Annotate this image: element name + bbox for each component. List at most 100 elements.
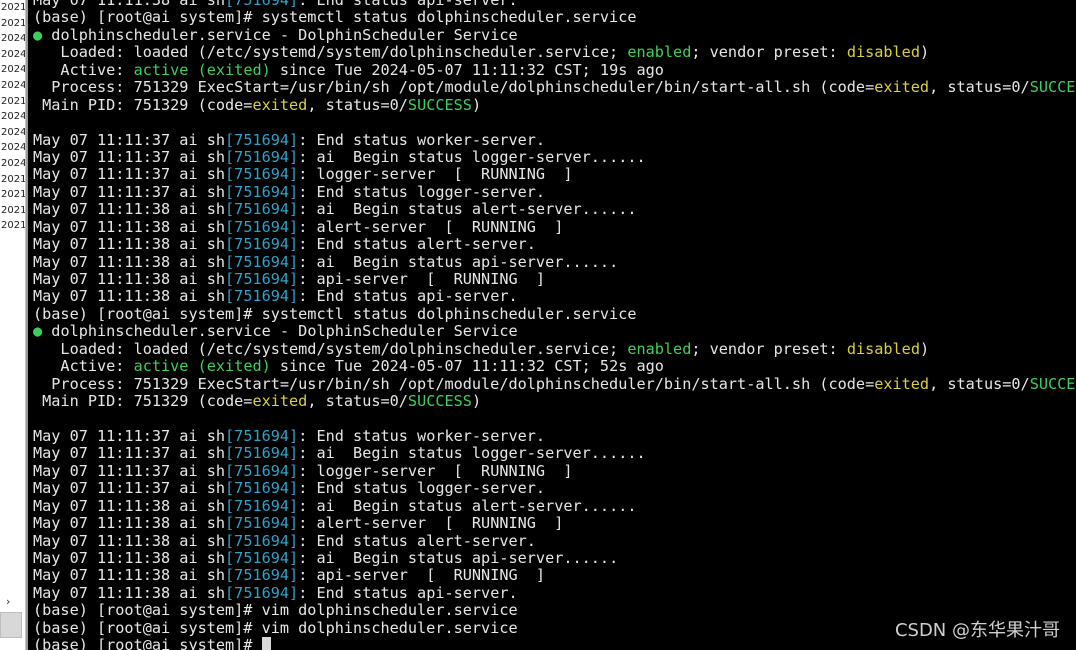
terminal-line: Process: 751329 ExecStart=/usr/bin/sh /o…: [33, 374, 1076, 393]
terminal-line: May 07 11:11:38 ai sh[751694]: End statu…: [33, 288, 1076, 305]
terminal-text: [751694]: [225, 426, 299, 445]
terminal-text: exited: [874, 374, 930, 393]
terminal-text: : api-server [ RUNNING ]: [298, 566, 546, 585]
terminal-text: (base) [root@ai system]#: [33, 636, 262, 650]
terminal-text: ; vendor preset:: [691, 339, 847, 358]
terminal-text: dolphinscheduler.service - DolphinSchedu…: [42, 322, 518, 341]
terminal-output[interactable]: May 07 11:11:38 ai sh[751694]: End statu…: [29, 0, 1076, 650]
terminal-text: May 07 11:11:37 ai sh: [33, 182, 226, 201]
terminal-line: May 07 11:11:37 ai sh[751694]: End statu…: [33, 426, 1076, 445]
side-year-label: 2021: [1, 204, 26, 216]
side-scroll-thumb[interactable]: [0, 612, 22, 638]
terminal-text: [751694]: [225, 130, 299, 149]
side-year-label: 2021: [1, 173, 26, 185]
terminal-text: May 07 11:11:37 ai sh: [33, 461, 226, 480]
terminal-cursor: [261, 637, 271, 650]
terminal-text: [751694]: [225, 147, 299, 166]
side-year-label: 2021: [1, 220, 26, 232]
chevron-right-icon[interactable]: ›: [6, 595, 10, 608]
terminal-text: [751694]: [225, 444, 299, 463]
terminal-text: : ai Begin status logger-server......: [298, 444, 646, 463]
terminal-text: [751694]: [225, 270, 299, 288]
terminal-text: May 07 11:11:37 ai sh: [33, 444, 226, 463]
panel-divider[interactable]: [26, 0, 28, 650]
terminal-text: : ai Begin status api-server......: [298, 252, 619, 271]
watermark: CSDN @东华果汁哥: [894, 620, 1060, 641]
terminal-text: Process: 751329 ExecStart=/usr/bin/sh /o…: [33, 78, 875, 97]
terminal-line: ● dolphinscheduler.service - DolphinSche…: [33, 25, 1076, 44]
terminal-line: May 07 11:11:38 ai sh[751694]: ai Begin …: [33, 201, 1076, 218]
terminal-line: May 07 11:11:38 ai sh[751694]: api-serve…: [33, 270, 1076, 288]
terminal-line: (base) [root@ai system]# systemctl statu…: [33, 9, 1076, 26]
side-year-label: 2024: [1, 157, 26, 169]
terminal-text: disabled: [846, 339, 920, 358]
terminal-text: : ai Begin status alert-server......: [298, 200, 637, 219]
terminal-text: May 07 11:11:38 ai sh: [33, 287, 226, 306]
terminal-line: Process: 751329 ExecStart=/usr/bin/sh /o…: [33, 78, 1076, 97]
terminal-text: ; vendor preset:: [691, 43, 847, 62]
terminal-text: : End status worker-server.: [298, 426, 546, 445]
terminal-text: enabled: [627, 43, 692, 62]
terminal-text: SUCCESS: [1029, 78, 1076, 97]
terminal-line: May 07 11:11:38 ai sh[751694]: ai Begin …: [33, 496, 1076, 515]
terminal-line: Active: active (exited) since Tue 2024-0…: [33, 60, 1076, 79]
terminal-line: May 07 11:11:38 ai sh[751694]: End statu…: [33, 531, 1076, 550]
terminal-text: [751694]: [225, 461, 299, 480]
terminal-text: May 07 11:11:38 ai sh: [33, 270, 226, 288]
terminal-text: [751694]: [225, 531, 299, 550]
terminal-text: exited: [252, 392, 308, 411]
terminal-text: May 07 11:11:38 ai sh: [33, 583, 226, 602]
terminal-text: SUCCESS: [407, 392, 472, 411]
terminal-line: May 07 11:11:38 ai sh[751694]: ai Begin …: [33, 252, 1076, 271]
terminal-line: May 07 11:11:37 ai sh[751694]: End statu…: [33, 182, 1076, 201]
terminal-text: enabled: [627, 339, 692, 358]
terminal-text: May 07 11:11:38 ai sh: [33, 496, 226, 515]
side-year-label: 2021: [1, 95, 26, 107]
terminal-text: (base) [root@ai system]# vim dolphinsche…: [33, 618, 518, 637]
terminal-text: since Tue 2024-05-07 11:11:32 CST; 19s a…: [270, 60, 664, 79]
terminal-line: May 07 11:11:38 ai sh[751694]: alert-ser…: [33, 217, 1076, 236]
terminal-text: Active:: [33, 60, 134, 79]
terminal-line: Loaded: loaded (/etc/systemd/system/dolp…: [33, 339, 1076, 358]
terminal-text: , status=0/: [929, 78, 1030, 97]
terminal-text: [751694]: [225, 566, 299, 585]
terminal-line: Main PID: 751329 (code=exited, status=0/…: [33, 95, 1076, 114]
terminal-text: disabled: [846, 43, 920, 62]
terminal-line: Active: active (exited) since Tue 2024-0…: [33, 357, 1076, 376]
terminal-text: May 07 11:11:37 ai sh: [33, 147, 226, 166]
terminal-text: , status=0/: [307, 95, 408, 114]
status-dot-icon: ●: [33, 322, 43, 341]
terminal-text: [751694]: [225, 200, 299, 219]
side-year-label: 2021: [1, 189, 26, 201]
terminal-text: May 07 11:11:38 ai sh: [33, 235, 226, 254]
terminal-text: : api-server [ RUNNING ]: [298, 270, 546, 288]
terminal-text: [751694]: [225, 549, 299, 567]
terminal-text: May 07 11:11:38 ai sh: [33, 566, 226, 585]
side-year-label: 2024: [1, 126, 26, 138]
terminal-text: since Tue 2024-05-07 11:11:32 CST; 52s a…: [270, 357, 664, 376]
terminal-text: [751694]: [225, 182, 299, 201]
terminal-text: : alert-server [ RUNNING ]: [298, 217, 564, 236]
terminal-text: May 07 11:11:37 ai sh: [33, 479, 226, 498]
terminal-text: May 07 11:11:37 ai sh: [33, 426, 226, 445]
terminal-text: Main PID: 751329 (code=: [33, 392, 253, 411]
terminal-line: Main PID: 751329 (code=exited, status=0/…: [33, 392, 1076, 411]
terminal-text: May 07 11:11:38 ai sh: [33, 531, 226, 550]
terminal-text: exited: [874, 78, 930, 97]
terminal-text: ): [471, 392, 482, 411]
terminal-text: : End status worker-server.: [298, 130, 546, 149]
terminal-text: : logger-server [ RUNNING ]: [298, 165, 573, 184]
terminal-line: May 07 11:11:38 ai sh[751694]: End statu…: [33, 235, 1076, 254]
side-year-label: 2024: [1, 111, 26, 123]
terminal-text: [751694]: [225, 287, 299, 306]
terminal-text: May 07 11:11:38 ai sh: [33, 549, 226, 567]
terminal-line: May 07 11:11:37 ai sh[751694]: ai Begin …: [33, 147, 1076, 166]
terminal-text: dolphinscheduler.service - DolphinSchedu…: [42, 25, 518, 44]
terminal-text: : End status logger-server.: [298, 182, 546, 201]
terminal-text: May 07 11:11:37 ai sh: [33, 130, 226, 149]
terminal-text: active (exited): [133, 60, 271, 79]
terminal-text: [751694]: [225, 496, 299, 515]
terminal-text: : End status logger-server.: [298, 479, 546, 498]
terminal-text: [751694]: [225, 252, 299, 271]
